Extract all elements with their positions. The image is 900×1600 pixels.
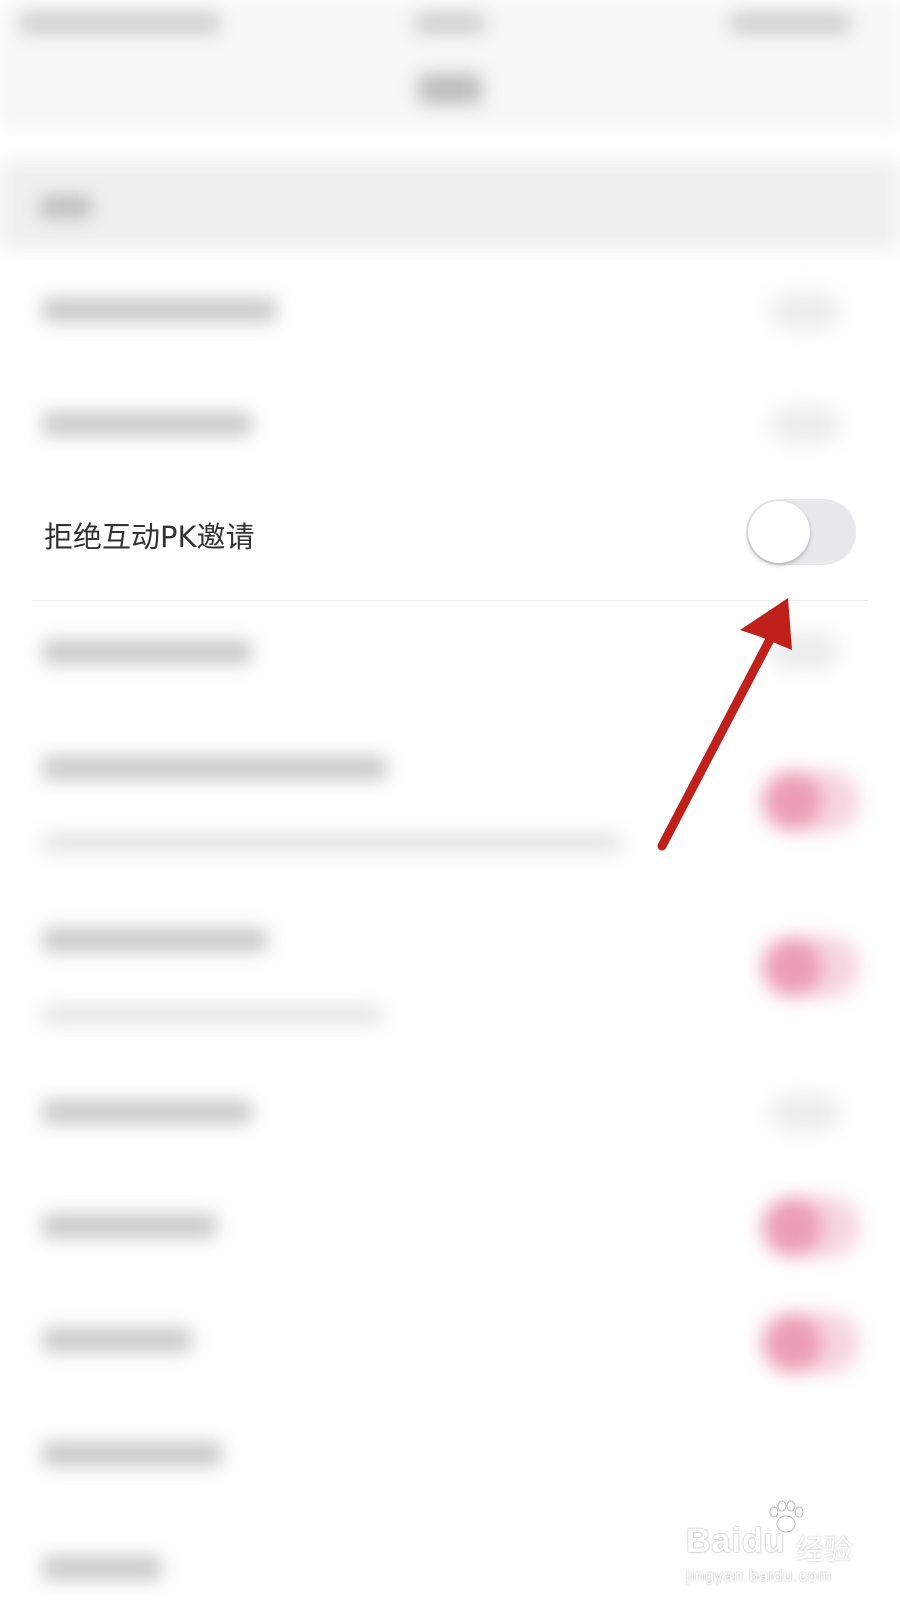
- setting-row-switch-blur: [770, 406, 840, 444]
- setting-row-label-blur: [42, 1328, 192, 1352]
- setting-row-switch-blur: [770, 632, 840, 670]
- setting-row-switch-blur: [760, 770, 860, 832]
- nav-title-blur: [418, 74, 482, 104]
- toggle-knob: [748, 501, 810, 563]
- setting-label: 拒绝互动PK邀请: [44, 520, 255, 554]
- watermark-brand: Baidu: [686, 1522, 786, 1560]
- setting-row-label-blur: [42, 756, 387, 780]
- setting-row-switch-blur: [760, 936, 860, 998]
- reject-pk-invite-toggle[interactable]: [746, 499, 856, 565]
- status-bar: [0, 0, 900, 130]
- setting-row-label-blur: [42, 928, 267, 952]
- setting-row-switch-blur: [760, 1196, 860, 1258]
- setting-row-switch-blur: [770, 292, 840, 330]
- row-divider-bottom: [32, 600, 868, 601]
- setting-row-label-blur: [42, 1214, 217, 1238]
- setting-row-label-blur: [42, 412, 252, 436]
- setting-row-label-blur: [42, 298, 277, 322]
- section-header-text-blur: [40, 196, 92, 218]
- watermark-suffix: 经验: [796, 1533, 853, 1566]
- blurred-background: [0, 0, 900, 1600]
- status-bar-left-blur: [20, 12, 220, 34]
- setting-row-label-blur: [42, 640, 252, 664]
- setting-row-label-blur: [42, 1556, 162, 1580]
- status-bar-time-blur: [415, 12, 485, 34]
- setting-row-label-blur: [42, 1100, 252, 1124]
- setting-row-reject-pk-invite: 拒绝互动PK邀请: [0, 478, 900, 590]
- section-header: [0, 160, 900, 250]
- setting-row-switch-blur: [770, 1094, 840, 1132]
- status-bar-right-blur: [730, 12, 850, 34]
- watermark-url: jingyan.baidu.com: [686, 1568, 832, 1585]
- setting-row-switch-blur: [760, 1312, 860, 1374]
- setting-row-sub-blur: [42, 834, 622, 852]
- setting-row-sub-blur: [42, 1006, 382, 1024]
- baidu-watermark: Baidu 经验 jingyan.baidu.com: [686, 1500, 886, 1590]
- setting-row-label-blur: [42, 1442, 222, 1466]
